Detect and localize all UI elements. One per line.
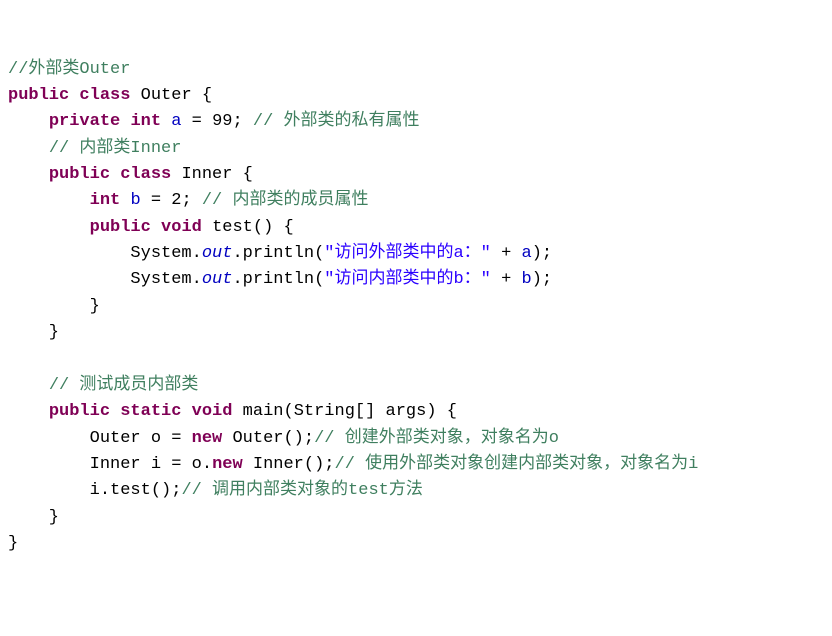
comment: // 测试成员内部类 <box>49 376 199 395</box>
comment: // 内部类Inner <box>49 139 182 158</box>
keyword-static: static <box>120 402 181 421</box>
ctor-outer: Outer <box>232 429 283 448</box>
main-args: String[] args <box>294 402 427 421</box>
comment: // 内部类的成员属性 <box>202 191 369 210</box>
method-name: test <box>212 218 253 237</box>
string-literal: "访问内部类中的b：" <box>324 270 491 289</box>
keyword-public: public <box>90 218 151 237</box>
literal: 99 <box>212 112 232 131</box>
println: println <box>243 270 314 289</box>
field-a: a <box>522 244 532 263</box>
literal: 2 <box>171 191 181 210</box>
keyword-int: int <box>130 112 161 131</box>
method-name: main <box>243 402 284 421</box>
out: out <box>202 270 233 289</box>
keyword-new: new <box>192 429 223 448</box>
code-block: //外部类Outer public class Outer { private … <box>8 57 824 558</box>
field-b: b <box>130 191 140 210</box>
comment: // 使用外部类对象创建内部类对象，对象名为i <box>335 455 699 474</box>
comment: //外部类Outer <box>8 60 130 79</box>
println: println <box>243 244 314 263</box>
keyword-void: void <box>192 402 233 421</box>
string-literal: "访问外部类中的a：" <box>324 244 491 263</box>
var-o: o <box>192 455 202 474</box>
keyword-private: private <box>49 112 120 131</box>
ctor-inner: Inner <box>253 455 304 474</box>
keyword-public: public <box>49 165 110 184</box>
keyword-void: void <box>161 218 202 237</box>
sys: System <box>130 244 191 263</box>
field-a: a <box>171 112 181 131</box>
var-i: i <box>151 455 161 474</box>
keyword-public: public <box>8 86 69 105</box>
class-name: Outer <box>141 86 192 105</box>
var-i: i <box>90 481 100 500</box>
keyword-int: int <box>90 191 121 210</box>
comment: // 外部类的私有属性 <box>253 112 420 131</box>
field-b: b <box>522 270 532 289</box>
comment: // 创建外部类对象，对象名为o <box>314 429 559 448</box>
keyword-public: public <box>49 402 110 421</box>
comment: // 调用内部类对象的test方法 <box>181 481 422 500</box>
keyword-class: class <box>120 165 171 184</box>
out: out <box>202 244 233 263</box>
type-inner: Inner <box>90 455 141 474</box>
type-outer: Outer <box>90 429 141 448</box>
call-test: test <box>110 481 151 500</box>
sys: System <box>130 270 191 289</box>
var-o: o <box>151 429 161 448</box>
keyword-new: new <box>212 455 243 474</box>
class-name: Inner <box>181 165 232 184</box>
keyword-class: class <box>79 86 130 105</box>
